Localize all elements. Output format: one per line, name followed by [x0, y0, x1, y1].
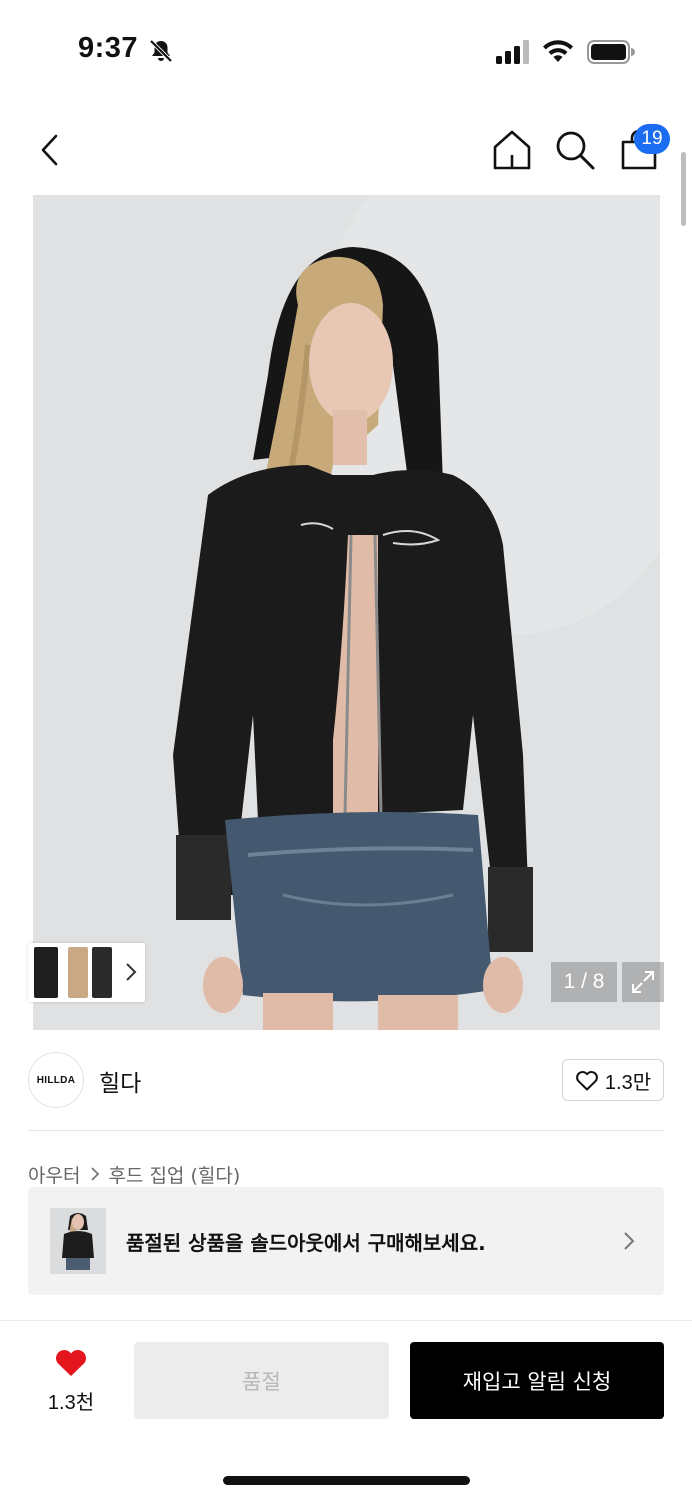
soldout-banner-text: 품절된 상품을 솔드아웃에서 구매해보세요.	[126, 1231, 486, 1255]
product-image[interactable]	[33, 195, 660, 1030]
cellular-signal-icon	[496, 40, 529, 64]
soldout-banner[interactable]: 품절된 상품을 솔드아웃에서 구매해보세요.	[28, 1187, 664, 1295]
wifi-icon	[543, 40, 573, 62]
chevron-right-icon	[91, 1167, 100, 1181]
bell-slash-icon	[149, 39, 173, 63]
scrollbar[interactable]	[681, 152, 686, 226]
restock-alert-button[interactable]: 재입고 알림 신청	[410, 1342, 664, 1419]
breadcrumb-subcategory[interactable]: 후드 집업 (힐다)	[108, 1161, 240, 1188]
battery-icon	[587, 40, 635, 64]
favorite-count: 1.3천	[47, 1392, 95, 1414]
home-indicator[interactable]	[223, 1476, 470, 1485]
back-chevron-icon	[41, 134, 58, 166]
home-icon[interactable]	[490, 128, 534, 172]
thumbnail-2[interactable]	[68, 947, 88, 998]
thumbnail-next-chevron-icon[interactable]	[122, 961, 140, 983]
chevron-right-icon	[624, 1232, 635, 1250]
brand-like-button[interactable]: 1.3만	[562, 1059, 664, 1101]
page-counter: 1 / 8	[551, 962, 617, 1002]
brand-name[interactable]: 힐다	[99, 1064, 141, 1098]
heart-filled-icon[interactable]	[53, 1346, 89, 1378]
breadcrumb: 아우터 후드 집업 (힐다)	[28, 1160, 240, 1188]
thumbnail-3[interactable]	[92, 947, 112, 998]
thumbnail-1[interactable]	[34, 947, 58, 998]
product-photo	[33, 195, 660, 1030]
cart-count-badge: 19	[634, 124, 670, 154]
brand-logo[interactable]: HILLDA	[28, 1052, 84, 1108]
breadcrumb-category[interactable]: 아우터	[28, 1161, 80, 1188]
status-time: 9:37	[78, 32, 139, 64]
bottom-bar-divider	[0, 1320, 692, 1321]
expand-button[interactable]	[622, 962, 664, 1002]
heart-outline-icon	[576, 1071, 598, 1091]
divider	[28, 1130, 664, 1131]
banner-product-thumbnail	[50, 1208, 106, 1274]
back-button[interactable]	[30, 128, 70, 172]
search-icon[interactable]	[553, 128, 597, 172]
expand-icon	[632, 971, 654, 993]
status-bar: 9:37	[0, 0, 692, 100]
top-nav	[0, 110, 692, 190]
brand-like-count: 1.3만	[604, 1071, 652, 1094]
soldout-button[interactable]: 품절	[134, 1342, 389, 1419]
thumbnail-strip[interactable]	[28, 943, 145, 1002]
